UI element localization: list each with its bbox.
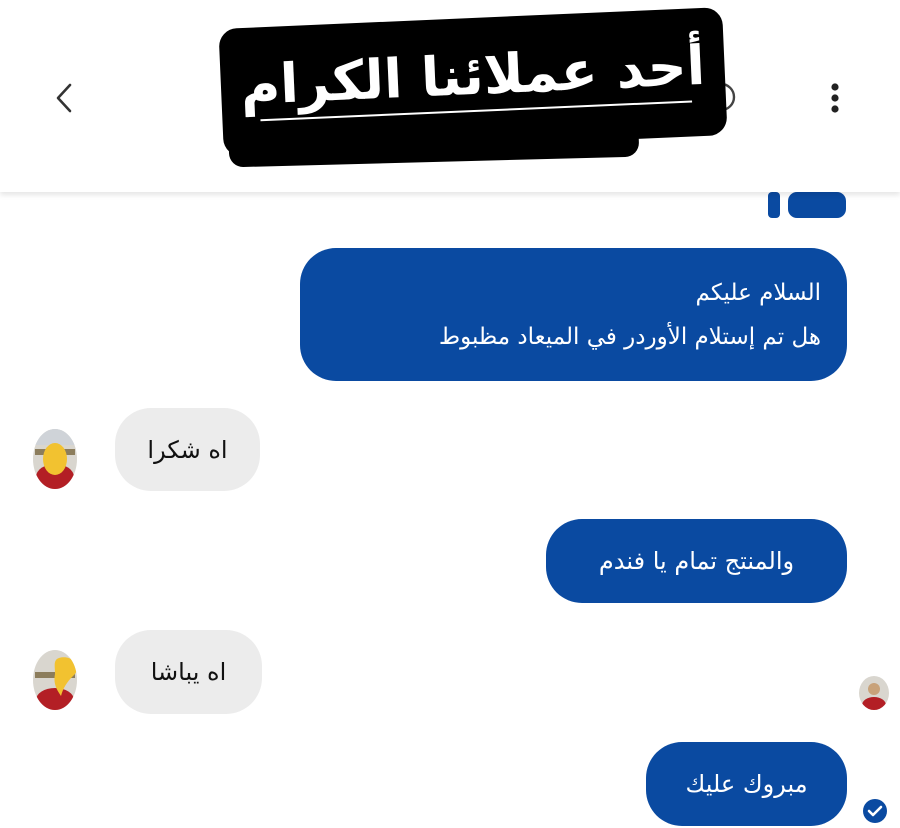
more-vertical-icon (831, 83, 839, 113)
previous-message-fragment (768, 192, 846, 218)
back-button[interactable] (44, 78, 84, 118)
caption-overlay: أحد عملائنا الكرام (218, 7, 728, 157)
contact-avatar[interactable] (33, 429, 77, 489)
more-options-button[interactable] (815, 76, 855, 120)
message-lines: السلام عليكم هل تم إستلام الأوردر في الم… (326, 271, 821, 359)
seen-avatar (859, 676, 889, 710)
message-bubble-incoming[interactable]: اه يباشا (115, 630, 262, 714)
contact-avatar[interactable] (33, 650, 77, 710)
message-bubble-incoming[interactable]: اه شكرا (115, 408, 260, 491)
back-chevron-icon (56, 83, 72, 113)
message-bubble-outgoing[interactable]: السلام عليكم هل تم إستلام الأوردر في الم… (300, 248, 847, 381)
caption-text: أحد عملائنا الكرام (239, 33, 707, 118)
message-line: السلام عليكم (695, 279, 821, 306)
read-receipt-icon (863, 799, 887, 823)
message-bubble-outgoing[interactable]: مبروك عليك (646, 742, 847, 826)
censor-mark (43, 443, 67, 475)
message-bubble-outgoing[interactable]: والمنتج تمام يا فندم (546, 519, 847, 603)
message-line: هل تم إستلام الأوردر في الميعاد مظبوط (438, 323, 821, 350)
